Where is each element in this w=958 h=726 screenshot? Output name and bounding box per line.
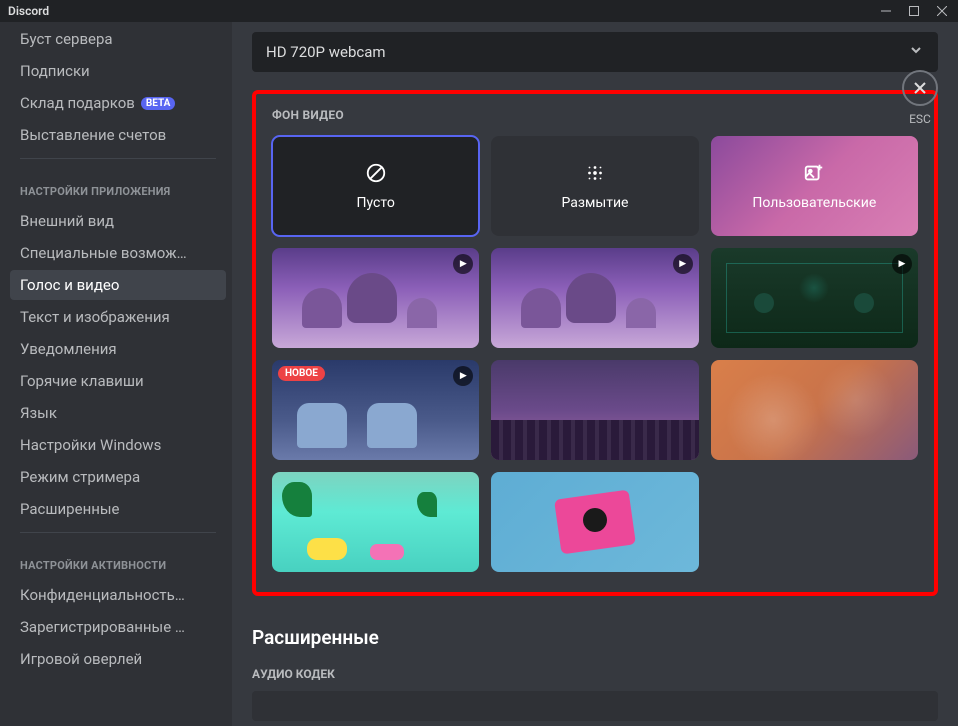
- bg-option-none[interactable]: Пусто: [272, 136, 479, 236]
- background-grid: Пусто Размытие Пользовательские ▶ ▶ ▶ НО…: [272, 136, 918, 572]
- bg-preset-island[interactable]: [272, 472, 479, 572]
- sidebar-item-language[interactable]: Язык: [10, 398, 226, 428]
- camera-selected: HD 720P webcam: [266, 43, 386, 61]
- sidebar-item-label: Язык: [20, 404, 57, 422]
- codec-box: [252, 691, 938, 721]
- sidebar-item-overlay[interactable]: Игровой оверлей: [10, 644, 226, 674]
- none-icon: [365, 162, 387, 189]
- maximize-button[interactable]: [900, 0, 928, 22]
- sidebar-item-voice-video[interactable]: Голос и видео: [10, 270, 226, 300]
- sidebar-item-label: Игровой оверлей: [20, 650, 142, 668]
- bg-option-label: Пусто: [357, 195, 395, 211]
- sidebar-item-accessibility[interactable]: Специальные возмож…: [10, 238, 226, 268]
- sidebar-item-notifications[interactable]: Уведомления: [10, 334, 226, 364]
- esc-label: ESC: [909, 112, 931, 126]
- codec-label: АУДИО КОДЕК: [252, 667, 938, 681]
- close-button[interactable]: [928, 0, 956, 22]
- sidebar-divider: [20, 532, 216, 533]
- sidebar-item-label: Текст и изображения: [20, 308, 170, 326]
- window-controls: [872, 0, 956, 22]
- minimize-button[interactable]: [872, 0, 900, 22]
- sidebar-item-windows[interactable]: Настройки Windows: [10, 430, 226, 460]
- close-settings-button[interactable]: [902, 70, 938, 106]
- sidebar-item-label: Конфиденциальность…: [20, 586, 185, 604]
- sidebar-item-label: Зарегистрированные …: [20, 618, 185, 636]
- bg-preset-mushroom-1[interactable]: ▶: [272, 248, 479, 348]
- bg-preset-cafe[interactable]: [711, 360, 918, 460]
- bg-preset-ice[interactable]: НОВОЕ ▶: [272, 360, 479, 460]
- bg-preset-mushroom-2[interactable]: ▶: [491, 248, 698, 348]
- sidebar-item-streamer[interactable]: Режим стримера: [10, 462, 226, 492]
- sidebar-item-text-images[interactable]: Текст и изображения: [10, 302, 226, 332]
- sidebar-item-label: Расширенные: [20, 500, 119, 518]
- bg-option-label: Размытие: [562, 195, 629, 211]
- sidebar-item-registered[interactable]: Зарегистрированные …: [10, 612, 226, 642]
- sidebar-item-label: Голос и видео: [20, 276, 119, 294]
- new-badge: НОВОЕ: [278, 366, 325, 381]
- sidebar-item-label: Склад подарков: [20, 94, 135, 112]
- sidebar-header-activity: НАСТРОЙКИ АКТИВНОСТИ: [10, 541, 226, 578]
- sidebar-item-label: Выставление счетов: [20, 126, 166, 144]
- play-icon: ▶: [892, 254, 912, 274]
- sidebar-item-billing[interactable]: Выставление счетов: [10, 120, 226, 150]
- sidebar-item-gift-inventory[interactable]: Склад подарков BETA: [10, 88, 226, 118]
- sidebar-item-privacy[interactable]: Конфиденциальность…: [10, 580, 226, 610]
- sidebar-item-boost[interactable]: Буст сервера: [10, 24, 226, 54]
- advanced-section: Расширенные АУДИО КОДЕК: [252, 626, 938, 721]
- sidebar-item-keybinds[interactable]: Горячие клавиши: [10, 366, 226, 396]
- sidebar-item-label: Уведомления: [20, 340, 117, 358]
- section-title: ФОН ВИДЕО: [272, 108, 918, 122]
- sidebar-item-label: Горячие клавиши: [20, 372, 144, 390]
- sidebar-item-label: Режим стримера: [20, 468, 140, 486]
- sidebar-item-label: Настройки Windows: [20, 436, 161, 454]
- bg-option-label: Пользовательские: [752, 195, 876, 211]
- settings-content: HD 720P webcam ФОН ВИДЕО Пусто Размытие …: [232, 22, 958, 726]
- sidebar-item-subscriptions[interactable]: Подписки: [10, 56, 226, 86]
- close-esc: ESC: [902, 70, 938, 126]
- sidebar-item-advanced[interactable]: Расширенные: [10, 494, 226, 524]
- settings-sidebar: Буст сервера Подписки Склад подарков BETA…: [0, 22, 232, 726]
- bg-preset-retro[interactable]: [491, 472, 698, 572]
- titlebar: Discord: [0, 0, 958, 22]
- sidebar-item-appearance[interactable]: Внешний вид: [10, 206, 226, 236]
- play-icon: ▶: [453, 254, 473, 274]
- app-title: Discord: [8, 4, 49, 18]
- camera-dropdown[interactable]: HD 720P webcam: [252, 32, 938, 72]
- video-background-section: ФОН ВИДЕО Пусто Размытие Пользовательски…: [252, 90, 938, 596]
- play-icon: ▶: [673, 254, 693, 274]
- sidebar-item-label: Специальные возмож…: [20, 244, 187, 262]
- bg-option-blur[interactable]: Размытие: [491, 136, 698, 236]
- sidebar-item-label: Внешний вид: [20, 212, 114, 230]
- chevron-down-icon: [908, 42, 924, 62]
- blur-icon: [584, 162, 606, 189]
- bg-preset-vaporwave[interactable]: ▶: [711, 248, 918, 348]
- sidebar-item-label: Подписки: [20, 62, 90, 80]
- bg-option-custom[interactable]: Пользовательские: [711, 136, 918, 236]
- advanced-title: Расширенные: [252, 626, 938, 649]
- sidebar-divider: [20, 158, 216, 159]
- bg-preset-city[interactable]: [491, 360, 698, 460]
- sidebar-item-label: Буст сервера: [20, 30, 113, 48]
- sidebar-header-app: НАСТРОЙКИ ПРИЛОЖЕНИЯ: [10, 167, 226, 204]
- play-icon: ▶: [453, 366, 473, 386]
- image-add-icon: [803, 162, 825, 189]
- beta-badge: BETA: [141, 97, 176, 110]
